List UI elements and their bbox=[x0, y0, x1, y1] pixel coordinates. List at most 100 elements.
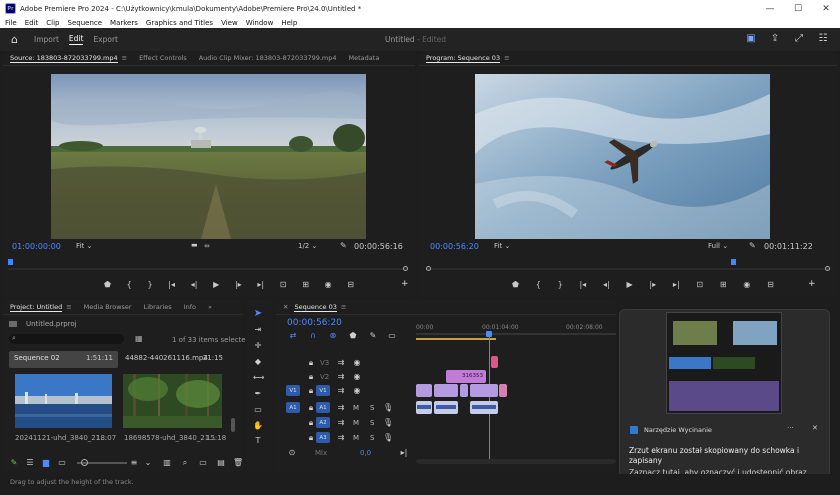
pen-tool-icon[interactable]: ✒ bbox=[253, 389, 263, 399]
prg-go-to-in-icon[interactable]: |◂ bbox=[579, 280, 586, 289]
tab-edit[interactable]: Edit bbox=[68, 34, 84, 45]
sync-lock-icon[interactable]: ⇉ bbox=[336, 403, 346, 413]
program-timecode[interactable]: 00:00:56:20 bbox=[430, 242, 479, 251]
program-scroll-handle-right[interactable] bbox=[825, 266, 830, 271]
mix-lock-icon[interactable]: ⊙ bbox=[287, 448, 297, 458]
program-add-button-icon[interactable]: + bbox=[808, 279, 816, 289]
eye-icon[interactable]: ◉ bbox=[352, 358, 362, 368]
close-sequence-icon[interactable]: ✕ bbox=[283, 303, 288, 311]
selection-tool-icon[interactable]: ➤ bbox=[253, 309, 263, 319]
source-wrench-icon[interactable]: ✎ bbox=[340, 241, 347, 250]
solo-button[interactable]: S bbox=[370, 434, 374, 442]
tab-source[interactable]: Source: 183803-872033799.mp4 bbox=[10, 54, 118, 63]
program-wrench-icon[interactable]: ✎ bbox=[749, 241, 756, 250]
step-forward-icon[interactable]: |▸ bbox=[235, 280, 242, 289]
tab-media-browser[interactable]: Media Browser bbox=[84, 303, 132, 311]
source-resolution-dropdown[interactable]: 1/2 ⌄ bbox=[298, 242, 317, 250]
track-target-a2[interactable]: A2 bbox=[316, 417, 330, 428]
fullscreen-icon[interactable]: ⤢ bbox=[792, 33, 806, 45]
step-back-icon[interactable]: ◂| bbox=[191, 280, 198, 289]
more-panels-icon[interactable]: » bbox=[208, 303, 212, 311]
go-to-in-icon[interactable]: |◂ bbox=[168, 280, 175, 289]
source-patch-v1[interactable]: V1 bbox=[286, 385, 300, 396]
menu-window[interactable]: Window bbox=[246, 19, 274, 27]
quick-export-icon[interactable]: ▣ bbox=[744, 33, 758, 45]
new-bin-from-search-icon[interactable]: ▦ bbox=[135, 334, 143, 343]
program-quality-dropdown[interactable]: Full ⌄ bbox=[708, 242, 728, 250]
sync-lock-icon[interactable]: ⇉ bbox=[336, 418, 346, 428]
menu-graphics[interactable]: Graphics and Titles bbox=[146, 19, 213, 27]
export-frame-icon[interactable]: ◉ bbox=[325, 280, 332, 289]
source-playhead[interactable] bbox=[8, 259, 13, 265]
timeline-marker-icon[interactable]: ⬟ bbox=[348, 331, 358, 341]
thumbnail-harbor[interactable] bbox=[15, 374, 112, 428]
project-search-input[interactable]: ⌕ bbox=[9, 334, 124, 344]
source-timecode[interactable]: 01:00:00:00 bbox=[12, 242, 61, 251]
menu-help[interactable]: Help bbox=[281, 19, 297, 27]
comparison-view-icon[interactable]: ⊟ bbox=[767, 280, 774, 289]
prg-step-back-icon[interactable]: ◂| bbox=[603, 280, 610, 289]
razor-tool-icon[interactable]: ◆ bbox=[253, 357, 263, 367]
prg-export-frame-icon[interactable]: ◉ bbox=[743, 280, 750, 289]
tab-import[interactable]: Import bbox=[34, 35, 59, 44]
tab-libraries[interactable]: Libraries bbox=[144, 303, 172, 311]
minimize-button[interactable]: — bbox=[756, 0, 784, 17]
maximize-button[interactable]: ☐ bbox=[784, 0, 812, 17]
lock-icon[interactable]: 🔒︎ bbox=[306, 372, 316, 382]
prg-step-forward-icon[interactable]: |▸ bbox=[649, 280, 656, 289]
mute-button[interactable]: M bbox=[353, 434, 359, 442]
list-view-icon[interactable]: ☰ bbox=[25, 458, 35, 468]
pencil-icon[interactable]: ✎ bbox=[9, 458, 19, 468]
close-window-button[interactable]: ✕ bbox=[812, 0, 840, 17]
project-item-row[interactable]: 44882-440261116.mp4 21:15 bbox=[125, 354, 223, 362]
solo-button[interactable]: S bbox=[370, 404, 374, 412]
clip-v1[interactable] bbox=[460, 384, 468, 397]
clip-v1[interactable] bbox=[416, 384, 432, 397]
snap-icon[interactable]: ∩ bbox=[308, 331, 318, 341]
menu-edit[interactable]: Edit bbox=[25, 19, 39, 27]
program-fit-dropdown[interactable]: Fit ⌄ bbox=[494, 242, 510, 250]
prg-mark-in-icon[interactable]: { bbox=[536, 280, 541, 289]
hand-tool-icon[interactable]: ✋ bbox=[253, 421, 263, 431]
notification-more-icon[interactable]: ··· bbox=[787, 424, 794, 432]
tab-program[interactable]: Program: Sequence 03 bbox=[426, 54, 501, 63]
prg-go-to-out-icon[interactable]: ▸| bbox=[673, 280, 680, 289]
lock-icon[interactable]: 🔒︎ bbox=[306, 358, 316, 368]
clip-v1[interactable] bbox=[470, 384, 498, 397]
tab-info[interactable]: Info bbox=[184, 303, 196, 311]
sync-lock-icon[interactable]: ⇉ bbox=[336, 386, 346, 396]
track-target-v1[interactable]: V1 bbox=[316, 385, 330, 396]
track-target-a1[interactable]: A1 bbox=[316, 402, 330, 413]
mark-out-icon[interactable]: } bbox=[147, 280, 152, 289]
prg-mark-out-icon[interactable]: } bbox=[558, 280, 563, 289]
lock-icon[interactable]: 🔒︎ bbox=[306, 403, 316, 413]
timeline-timecode[interactable]: 00:00:56:20 bbox=[287, 318, 342, 328]
program-menu-icon[interactable]: ≡ bbox=[504, 54, 509, 62]
rectangle-tool-icon[interactable]: ▭ bbox=[253, 405, 263, 415]
automate-icon[interactable]: ▥ bbox=[162, 458, 172, 468]
sync-lock-icon[interactable]: ⇉ bbox=[336, 358, 346, 368]
menu-clip[interactable]: Clip bbox=[46, 19, 59, 27]
screenshot-preview[interactable] bbox=[666, 312, 782, 414]
clip-v1[interactable] bbox=[434, 384, 458, 397]
tab-sequence[interactable]: Sequence 03 bbox=[294, 303, 337, 312]
time-ruler[interactable] bbox=[416, 333, 616, 335]
tab-effect-controls[interactable]: Effect Controls bbox=[139, 54, 187, 62]
menu-markers[interactable]: Markers bbox=[110, 19, 138, 27]
project-menu-icon[interactable]: ≡ bbox=[66, 303, 71, 311]
captions-icon[interactable]: ▭ bbox=[387, 331, 397, 341]
zoom-slider-handle[interactable] bbox=[81, 459, 88, 466]
snipping-notification[interactable]: Narzędzie Wycinanie ··· ✕ Zrzut ekranu z… bbox=[619, 309, 830, 489]
add-marker-icon[interactable]: ⬟ bbox=[104, 280, 111, 289]
eye-icon[interactable]: ◉ bbox=[352, 386, 362, 396]
prg-play-icon[interactable]: ▶ bbox=[626, 280, 632, 289]
chevron-down-icon[interactable]: ⌄ bbox=[143, 458, 153, 468]
program-scroll-handle-left[interactable] bbox=[426, 266, 431, 271]
menu-sequence[interactable]: Sequence bbox=[68, 19, 103, 27]
source-scroll-handle[interactable] bbox=[403, 266, 408, 271]
program-playhead[interactable] bbox=[731, 259, 736, 265]
mix-end-icon[interactable]: ▸| bbox=[399, 448, 409, 458]
mute-button[interactable]: M bbox=[353, 419, 359, 427]
tab-project[interactable]: Project: Untitled bbox=[10, 303, 63, 312]
type-tool-icon[interactable]: T bbox=[253, 436, 263, 446]
